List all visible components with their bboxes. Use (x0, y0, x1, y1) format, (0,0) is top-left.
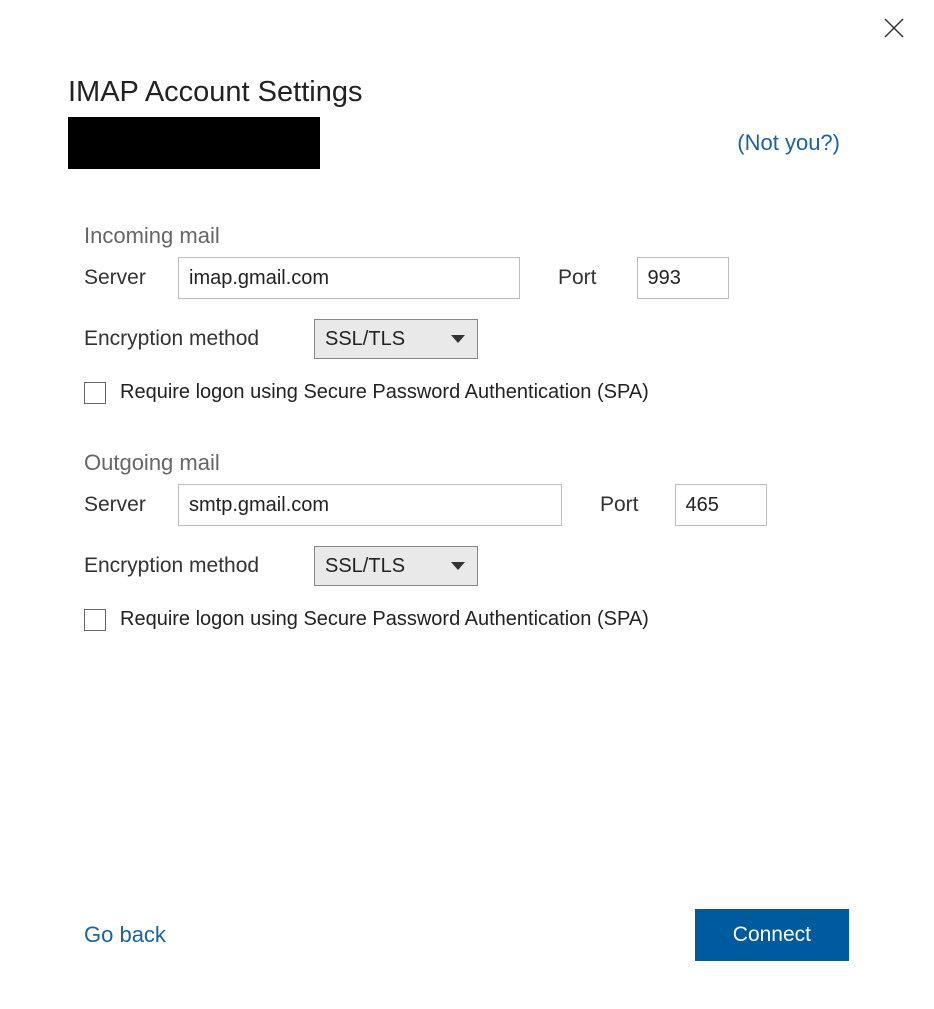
incoming-spa-checkbox[interactable] (84, 382, 106, 404)
outgoing-port-label: Port (600, 493, 639, 517)
close-icon (882, 16, 906, 40)
incoming-port-input[interactable] (637, 257, 729, 299)
page-title: IMAP Account Settings (68, 76, 868, 109)
outgoing-spa-label: Require logon using Secure Password Auth… (120, 608, 649, 631)
account-email-redacted (68, 117, 320, 169)
incoming-encryption-select[interactable]: SSL/TLS (314, 319, 478, 359)
incoming-spa-label: Require logon using Secure Password Auth… (120, 381, 649, 404)
close-button[interactable] (882, 16, 906, 40)
chevron-down-icon (451, 335, 465, 343)
incoming-port-label: Port (558, 266, 597, 290)
incoming-server-input[interactable] (178, 257, 520, 299)
incoming-encryption-value: SSL/TLS (325, 328, 405, 351)
not-you-link[interactable]: (Not you?) (737, 130, 840, 156)
chevron-down-icon (451, 562, 465, 570)
outgoing-server-label: Server (84, 493, 160, 517)
outgoing-section-title: Outgoing mail (84, 450, 868, 476)
outgoing-encryption-select[interactable]: SSL/TLS (314, 546, 478, 586)
outgoing-encryption-value: SSL/TLS (325, 555, 405, 578)
incoming-encryption-label: Encryption method (84, 327, 296, 351)
go-back-link[interactable]: Go back (84, 922, 166, 948)
outgoing-port-input[interactable] (675, 484, 767, 526)
outgoing-spa-checkbox[interactable] (84, 609, 106, 631)
outgoing-server-input[interactable] (178, 484, 562, 526)
incoming-section-title: Incoming mail (84, 223, 868, 249)
connect-button[interactable]: Connect (695, 909, 849, 961)
outgoing-encryption-label: Encryption method (84, 554, 296, 578)
incoming-server-label: Server (84, 266, 160, 290)
